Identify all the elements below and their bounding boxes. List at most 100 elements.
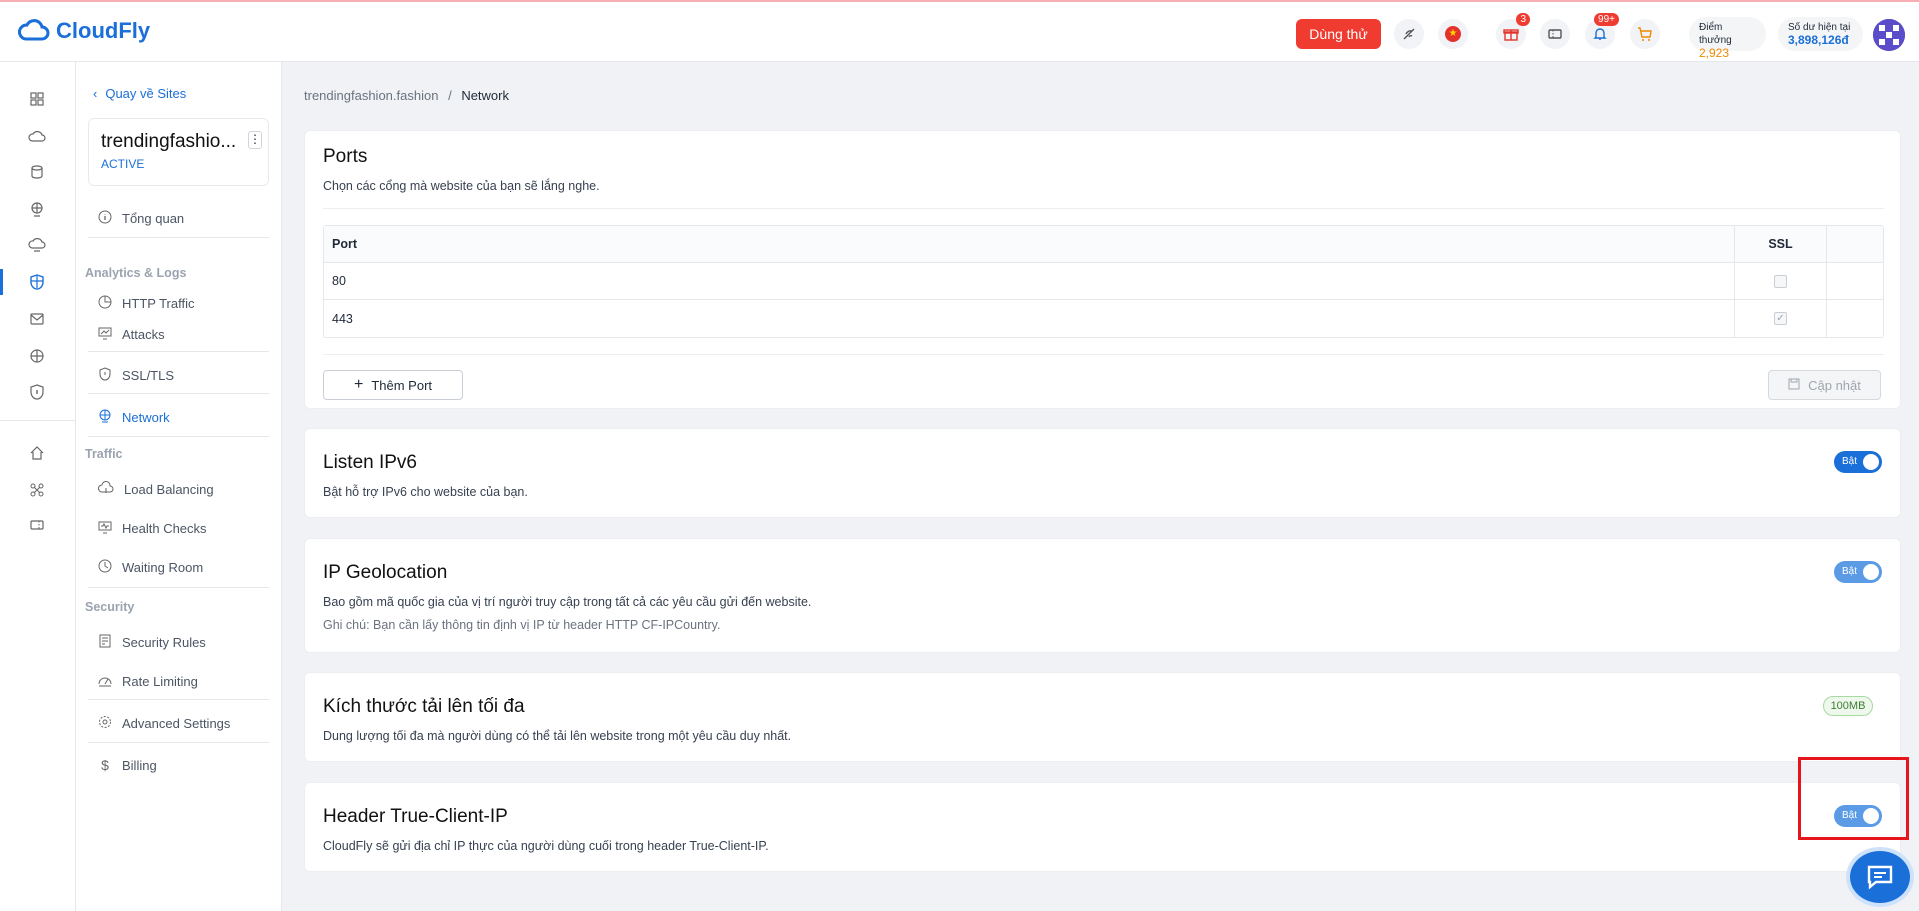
no-signal-icon[interactable] — [1394, 19, 1424, 49]
column-header-ssl: SSL — [1734, 226, 1826, 262]
port-cell: 80 — [332, 274, 346, 288]
mail-icon[interactable] — [25, 307, 49, 331]
update-button[interactable]: Cập nhật — [1768, 370, 1881, 400]
ports-card: Ports Chọn các cổng mà website của bạn s… — [304, 130, 1901, 409]
breadcrumb-site[interactable]: trendingfashion.fashion — [304, 88, 438, 103]
sidebar-divider — [88, 351, 269, 352]
points-label: Điểm thưởng — [1699, 22, 1732, 46]
dashboard-icon[interactable] — [25, 87, 49, 111]
sidebar-item-label: Load Balancing — [124, 481, 214, 497]
upload-size-badge[interactable]: 100MB — [1823, 696, 1873, 716]
card-divider — [323, 354, 1884, 355]
sidebar-item-ssl-tls[interactable]: SSL/TLS — [88, 360, 269, 390]
sidebar-item-waiting-room[interactable]: Waiting Room — [88, 552, 269, 582]
geo-note: Ghi chú: Bạn cần lấy thông tin định vị I… — [323, 618, 721, 632]
sidebar-divider — [88, 587, 269, 588]
ssl-checkbox[interactable] — [1774, 274, 1787, 288]
sidebar-item-label: Billing — [122, 757, 157, 773]
gift-icon[interactable]: 3 — [1496, 13, 1530, 49]
sidebar-item-load-balancing[interactable]: Load Balancing — [88, 474, 269, 504]
sidebar-divider — [88, 436, 269, 437]
cart-icon[interactable] — [1630, 19, 1660, 49]
affiliate-icon[interactable] — [25, 478, 49, 502]
pie-chart-icon — [98, 295, 112, 312]
shield-lock-icon — [98, 366, 112, 384]
table-header-row: Port SSL — [324, 226, 1883, 263]
icon-rail — [0, 62, 76, 911]
sidebar-item-label: Tổng quan — [122, 210, 185, 226]
cloudfly-logo[interactable]: CloudFly — [18, 18, 150, 44]
geo-toggle[interactable]: Bật — [1834, 561, 1882, 583]
sidebar-divider — [88, 237, 269, 238]
sidebar-item-label: Rate Limiting — [122, 673, 198, 689]
true-client-ip-description: CloudFly sẽ gửi địa chỉ IP thực của ngườ… — [323, 839, 769, 853]
sidebar-item-label: SSL/TLS — [122, 367, 175, 383]
clock-icon — [98, 559, 112, 576]
sidebar-item-health-checks[interactable]: Health Checks — [88, 513, 269, 543]
sidebar-item-label: Advanced Settings — [122, 715, 231, 731]
ipv6-description: Bật hỗ trợ IPv6 cho website của bạn. — [323, 485, 528, 499]
info-icon — [98, 210, 112, 227]
avatar[interactable] — [1873, 19, 1905, 51]
site-name: trendingfashio... — [101, 131, 237, 152]
sidebar-item-label: Health Checks — [122, 520, 207, 536]
table-row: 80 — [324, 263, 1883, 300]
dollar-icon: $ — [101, 757, 109, 773]
cloud-storage-icon[interactable] — [25, 233, 49, 257]
upload-description: Dung lượng tối đa mà người dùng có thể t… — [323, 729, 792, 743]
sidebar-item-overview[interactable]: Tổng quan — [88, 203, 269, 233]
sidebar-item-attacks[interactable]: Attacks — [88, 319, 269, 349]
edit-list-icon — [98, 634, 112, 651]
more-vertical-icon[interactable]: ⋮ — [248, 131, 262, 149]
cloud-upload-icon — [98, 480, 114, 498]
cloud-server-icon[interactable] — [25, 124, 49, 148]
add-port-label: Thêm Port — [371, 377, 433, 393]
ipv6-toggle[interactable]: Bật — [1834, 451, 1882, 473]
save-icon — [1788, 378, 1800, 393]
cloud-logo-icon — [18, 19, 50, 41]
toggle-label: Bật — [1842, 566, 1858, 577]
sidebar-item-label: Waiting Room — [122, 559, 204, 575]
balance-value: 3,898,126đ — [1788, 33, 1849, 47]
rail-divider — [0, 420, 76, 421]
cdn-shield-icon[interactable] — [25, 270, 49, 294]
database-icon[interactable] — [25, 160, 49, 184]
points-value: 2,923 — [1699, 46, 1730, 60]
sidebar-item-rate-limiting[interactable]: Rate Limiting — [88, 666, 269, 696]
sidebar-item-label: HTTP Traffic — [122, 295, 195, 311]
sidebar-item-billing[interactable]: $ Billing — [88, 750, 269, 780]
sidebar-item-security-rules[interactable]: Security Rules — [88, 627, 269, 657]
column-header-port: Port — [332, 237, 357, 251]
vietnam-flag-icon[interactable]: ★ — [1438, 19, 1468, 49]
trial-button[interactable]: Dùng thử — [1296, 19, 1381, 49]
voucher-icon[interactable] — [25, 513, 49, 537]
sidebar-item-label: Attacks — [122, 326, 165, 342]
geolocation-card: IP Geolocation Bao gồm mã quốc gia của v… — [304, 538, 1901, 653]
www-icon[interactable] — [25, 344, 49, 368]
bell-icon[interactable]: 99+ — [1585, 13, 1619, 49]
table-row: 443 ✓ — [324, 300, 1883, 337]
ipv6-title: Listen IPv6 — [323, 452, 417, 473]
ssl-checkbox[interactable]: ✓ — [1774, 312, 1787, 325]
back-to-sites-link[interactable]: ‹ Quay về Sites — [93, 86, 186, 101]
globe-network-icon[interactable] — [25, 197, 49, 221]
column-header-actions — [1826, 226, 1883, 262]
chat-button[interactable] — [1850, 851, 1910, 903]
security-shield-icon[interactable] — [25, 380, 49, 404]
upload-title: Kích thước tải lên tối đa — [323, 696, 525, 717]
ssl-cell — [1734, 263, 1826, 299]
home-dollar-icon[interactable] — [25, 441, 49, 465]
add-port-button[interactable]: + Thêm Port — [323, 370, 463, 400]
sidebar-item-http-traffic[interactable]: HTTP Traffic — [88, 288, 269, 318]
geo-description: Bao gồm mã quốc gia của vị trí người tru… — [323, 595, 812, 609]
sidebar-item-label: Network — [122, 409, 170, 425]
actions-cell — [1826, 300, 1883, 337]
sidebar-item-advanced-settings[interactable]: Advanced Settings — [88, 708, 269, 738]
geo-title: IP Geolocation — [323, 562, 448, 583]
back-label: Quay về Sites — [105, 86, 187, 101]
rail-active-indicator — [0, 269, 3, 295]
sidebar-item-network[interactable]: Network — [88, 402, 269, 432]
ticket-icon[interactable] — [1540, 19, 1570, 49]
account-balance[interactable]: Số dư hiện tại 3,898,126đ — [1778, 17, 1863, 51]
reward-points[interactable]: Điểm thưởng 2,923 — [1689, 17, 1766, 60]
